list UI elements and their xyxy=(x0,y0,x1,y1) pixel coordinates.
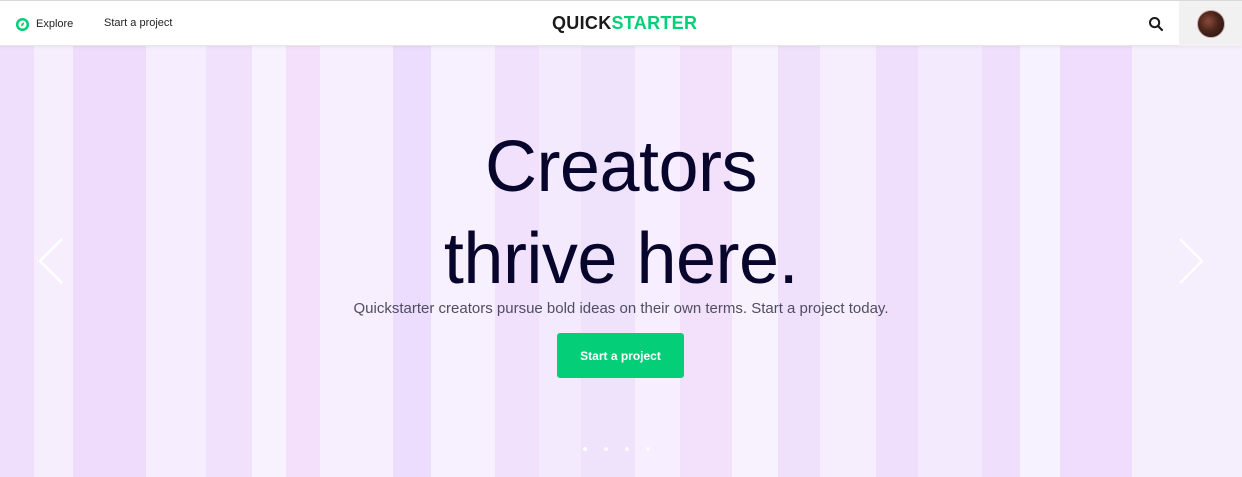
top-nav: Explore Start a project QUICKSTARTER xyxy=(0,0,1242,46)
hero-title-line-1: Creators xyxy=(484,127,758,207)
start-project-button[interactable]: Start a project xyxy=(557,333,684,378)
hero-title-line-2: thrive here. xyxy=(443,219,799,299)
explore-label: Explore xyxy=(36,18,74,30)
explore-link[interactable]: Explore xyxy=(15,15,73,33)
carousel-dot[interactable] xyxy=(625,447,629,451)
carousel-dot[interactable] xyxy=(583,447,587,451)
hero-subtitle: Quickstarter creators pursue bold ideas … xyxy=(353,300,889,317)
search-icon[interactable] xyxy=(1148,16,1164,32)
quickstarter-logo[interactable]: QUICKSTARTER xyxy=(552,13,697,34)
logo-quick-text: QUICK xyxy=(552,13,612,33)
logo-starter-text: STARTER xyxy=(611,13,698,33)
hero-title: Creators thrive here. xyxy=(0,121,1242,305)
chevron-left-icon[interactable] xyxy=(35,236,65,286)
chevron-right-icon[interactable] xyxy=(1177,236,1207,286)
carousel-indicators xyxy=(583,447,650,451)
user-menu[interactable] xyxy=(1179,1,1242,46)
avatar[interactable] xyxy=(1196,9,1225,38)
explore-compass-icon xyxy=(15,17,30,31)
hero-carousel: Creators thrive here. Quickstarter creat… xyxy=(0,46,1242,477)
carousel-dot[interactable] xyxy=(646,447,650,451)
start-project-link[interactable]: Start a project xyxy=(104,17,172,29)
carousel-dot[interactable] xyxy=(604,447,608,451)
